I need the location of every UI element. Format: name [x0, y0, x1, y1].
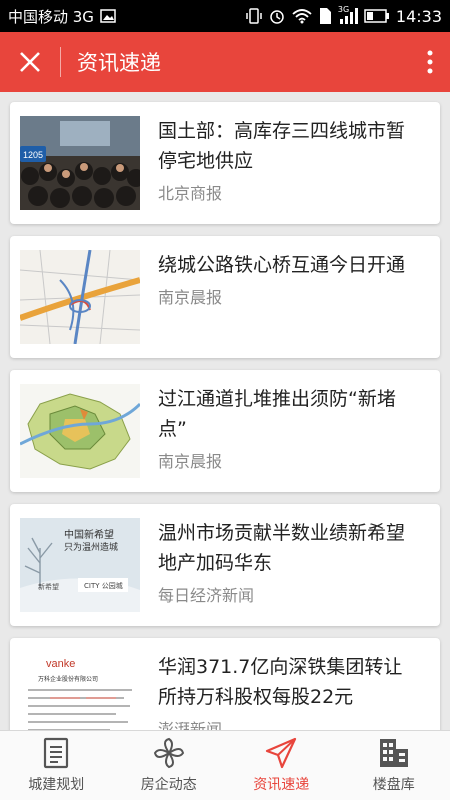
sim-icon [318, 7, 332, 25]
pinwheel-icon [153, 737, 184, 769]
article-source: 南京晨报 [158, 452, 223, 471]
poster-subtitle: 只为温州造城 [64, 543, 119, 553]
paper-plane-icon [266, 737, 297, 769]
article-source: 每日经济新闻 [158, 586, 255, 605]
battery-icon [364, 9, 390, 23]
thumb-badge-text: 1205 [23, 150, 43, 160]
article-source: 北京商报 [158, 184, 223, 203]
close-icon [20, 52, 40, 72]
building-icon [379, 739, 408, 767]
tab-label: 楼盘库 [372, 777, 415, 793]
close-button[interactable] [0, 32, 60, 92]
tab-city-planning[interactable]: 城建规划 [0, 731, 113, 800]
tab-label: 资讯速递 [253, 777, 310, 793]
document-icon [44, 737, 69, 769]
more-vertical-icon [427, 50, 433, 74]
poster-title: 中国新希望 [64, 530, 114, 541]
tab-developer-news[interactable]: 房企动态 [113, 731, 226, 800]
alarm-icon [268, 7, 286, 25]
tab-label: 房企动态 [140, 777, 197, 793]
conference-photo: 1205 [20, 116, 140, 210]
signal-icon: 3G [337, 5, 358, 25]
image-notification-icon [100, 8, 116, 24]
article-list[interactable]: 1205 国土部：高库存三四线城市暂停宅地供应 北京商报 绕城公路铁心桥互通今日… [0, 92, 450, 730]
poster-project: CITY 公园城 [84, 582, 123, 590]
appbar-divider [60, 47, 61, 77]
carrier-label: 中国移动 3G [8, 7, 94, 26]
article-card[interactable]: vanke 万科企业股份有限公司 华润371.7亿向深铁集团转让所持万科股权每股… [10, 638, 440, 730]
article-thumbnail: vanke 万科企业股份有限公司 [20, 652, 140, 730]
tab-property-database[interactable]: 楼盘库 [338, 731, 450, 800]
road-map [20, 250, 140, 344]
poster-brand: 新希望 [38, 583, 59, 591]
article-thumbnail [20, 384, 140, 478]
article-headline: 温州市场贡献半数业绩新希望地产加码华东 [158, 522, 406, 574]
page-title: 资讯速递 [77, 51, 161, 75]
article-thumbnail: 中国新希望 只为温州造城 新希望 CITY 公园城 [20, 518, 140, 612]
app-bar: 资讯速递 [0, 32, 450, 92]
status-bar: 中国移动 3G 3G 14:33 [0, 0, 450, 32]
article-headline: 绕城公路铁心桥互通今日开通 [158, 254, 406, 276]
article-thumbnail: 1205 [20, 116, 140, 210]
network-type-label: 3G [337, 5, 350, 14]
district-map [20, 384, 140, 478]
article-headline: 过江通道扎堆推出须防“新堵点” [158, 388, 396, 440]
article-headline: 华润371.7亿向深铁集团转让所持万科股权每股22元 [158, 656, 403, 708]
article-headline: 国土部：高库存三四线城市暂停宅地供应 [158, 120, 406, 172]
article-card[interactable]: 中国新希望 只为温州造城 新希望 CITY 公园城 温州市场贡献半数业绩新希望地… [10, 504, 440, 626]
clock: 14:33 [395, 6, 442, 26]
article-card[interactable]: 1205 国土部：高库存三四线城市暂停宅地供应 北京商报 [10, 102, 440, 224]
tab-label: 城建规划 [28, 777, 85, 793]
article-card[interactable]: 过江通道扎堆推出须防“新堵点” 南京晨报 [10, 370, 440, 492]
bottom-tab-bar: 城建规划 房企动态 资讯速递 楼盘库 [0, 730, 450, 800]
tab-news-express[interactable]: 资讯速递 [225, 731, 338, 800]
article-source: 澎湃新闻 [158, 720, 223, 730]
article-thumbnail [20, 250, 140, 344]
article-card[interactable]: 绕城公路铁心桥互通今日开通 南京晨报 [10, 236, 440, 358]
document-scan [28, 689, 132, 730]
more-options-button[interactable] [410, 32, 450, 92]
article-source: 南京晨报 [158, 288, 223, 307]
vibrate-icon [246, 7, 262, 25]
wifi-icon [292, 8, 312, 24]
